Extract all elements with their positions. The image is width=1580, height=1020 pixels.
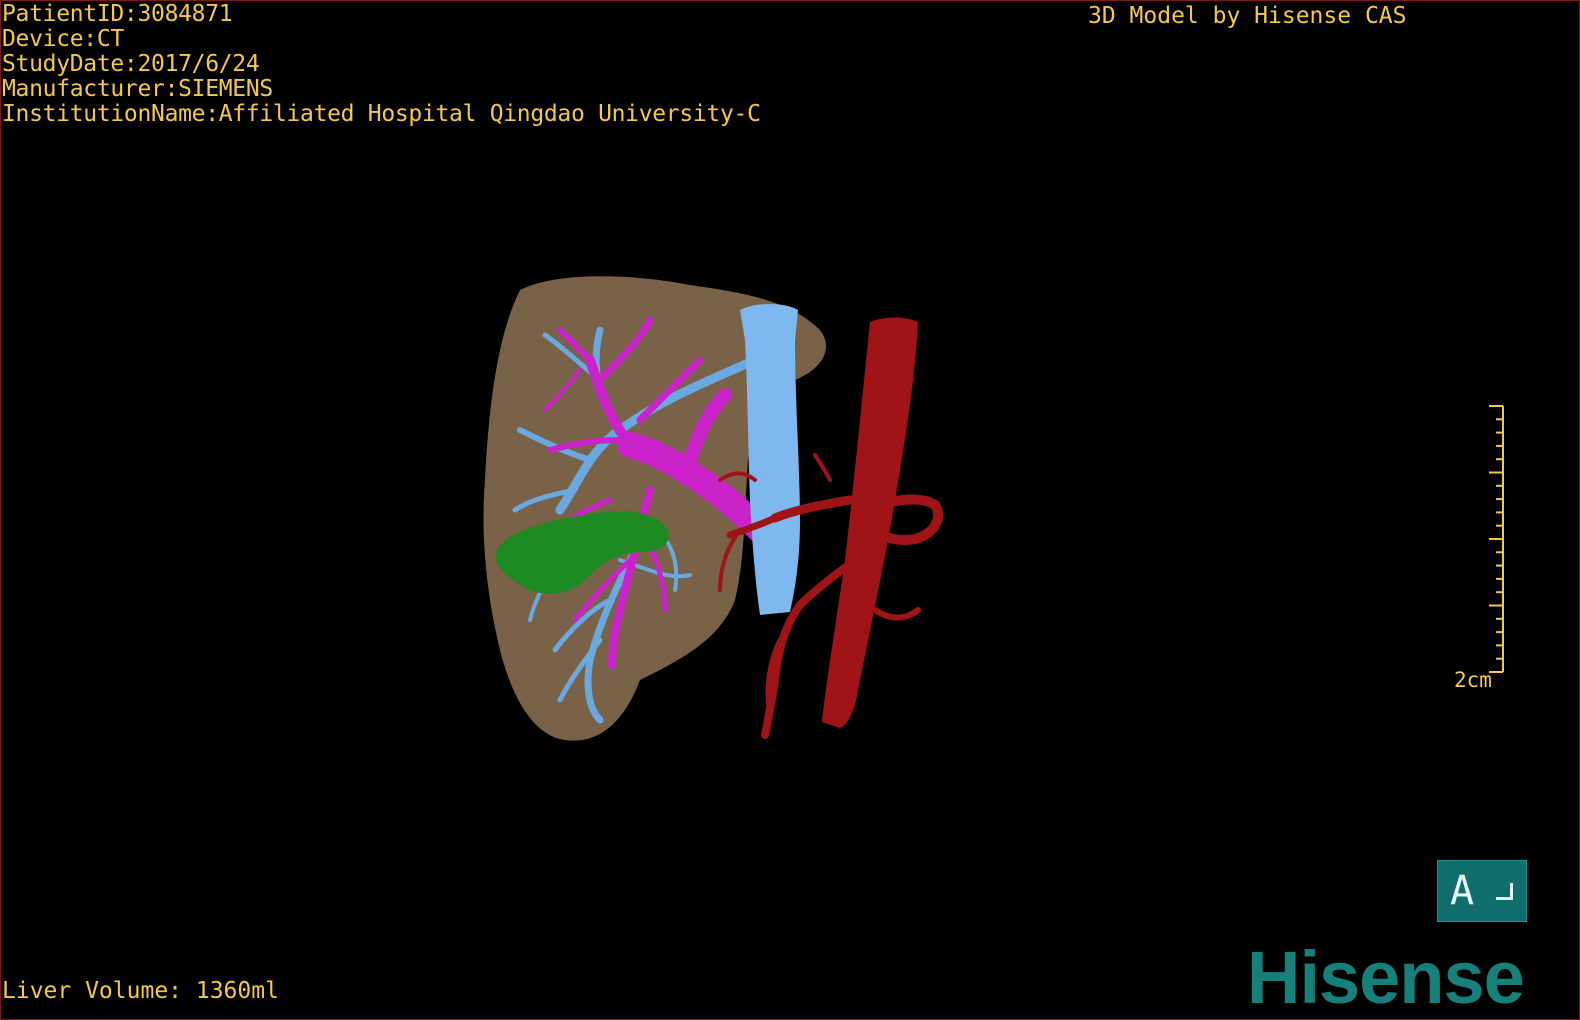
dicom-info-overlay: PatientID:3084871 Device:CT StudyDate:20…	[2, 2, 761, 127]
liver-volume-text: Liver Volume: 1360ml	[2, 978, 279, 1004]
hisense-logo: Hisense	[1247, 936, 1525, 1019]
orientation-cube-icon[interactable]: A	[1437, 860, 1527, 922]
manufacturer-text: Manufacturer:SIEMENS	[2, 76, 273, 102]
3d-viewport[interactable]	[0, 0, 1580, 1020]
device-text: Device:CT	[2, 26, 124, 52]
scale-label: 2cm	[1454, 668, 1492, 692]
inferior-vena-cava-model[interactable]	[740, 304, 800, 615]
study-date-text: StudyDate:2017/6/24	[2, 51, 260, 77]
scale-ruler-icon	[1489, 405, 1504, 673]
institution-text: InstitutionName:Affiliated Hospital Qing…	[2, 101, 761, 127]
patient-id-text: PatientID:3084871	[2, 1, 233, 27]
model-credit-text: 3D Model by Hisense CAS	[1088, 3, 1407, 29]
orientation-corner-marker	[1496, 883, 1513, 900]
orientation-label: A	[1450, 868, 1475, 914]
